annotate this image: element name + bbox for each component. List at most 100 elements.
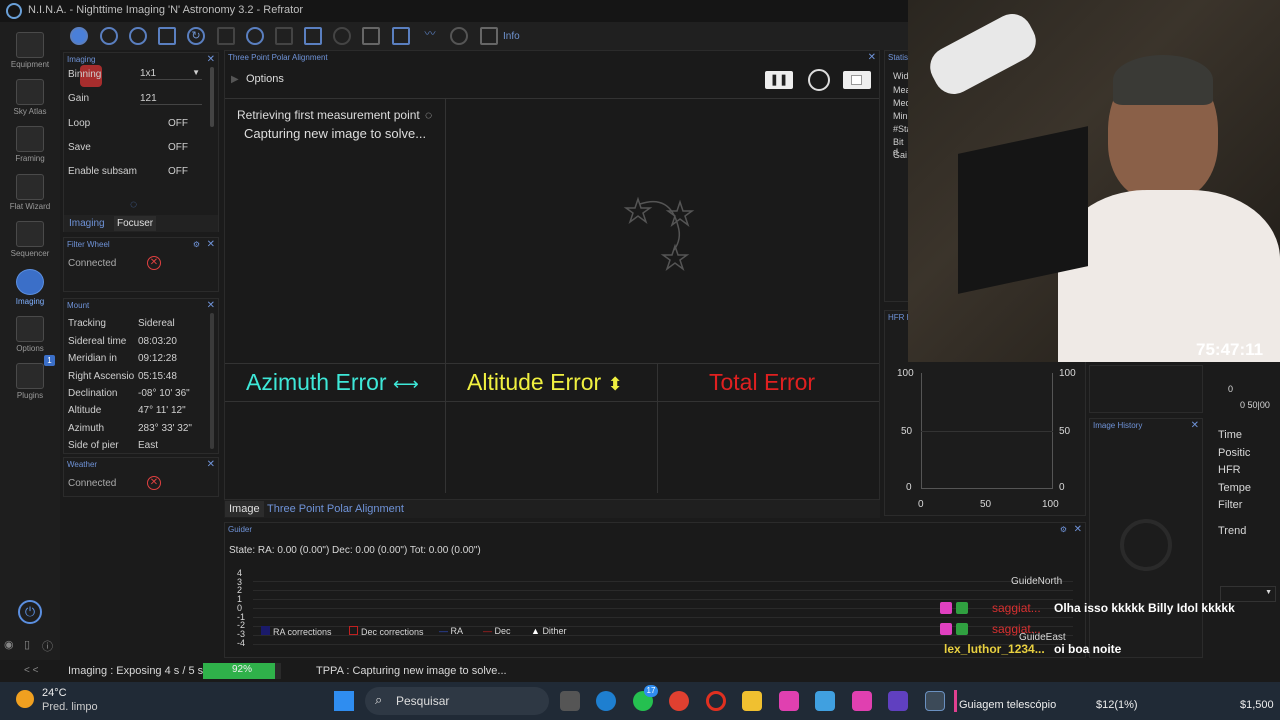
spinner-icon: ◌ — [425, 108, 433, 122]
sidebar-item-imaging[interactable]: Imaging — [0, 269, 60, 306]
altitude-error-label: Altitude Error ⬍ — [467, 369, 623, 395]
imaging-panel: Imaging ✕ Binning 1x1 ▼ Gain 121 Loop OFF … — [63, 52, 219, 232]
scrollbar[interactable] — [210, 67, 214, 127]
mount-panel: Mount ✕ Tracking Sidereal Sidereal time 08:… — [63, 298, 219, 454]
dropdown[interactable]: ▼ — [1220, 586, 1276, 602]
windows-start-icon[interactable] — [334, 691, 354, 711]
close-icon[interactable]: ✕ — [868, 51, 876, 64]
filter-wheel-icon[interactable] — [100, 27, 118, 45]
focuser-icon[interactable] — [129, 27, 147, 45]
guider-y-axis: 4 3 2 1 0 -1 -2 -3 -4 — [237, 568, 246, 648]
rotator-icon[interactable]: ↻ — [187, 27, 205, 45]
camera-icon[interactable] — [70, 27, 88, 45]
badge-icon — [940, 623, 952, 635]
frame-icon[interactable] — [158, 27, 176, 45]
guider-icon[interactable]: 〰 — [421, 27, 439, 45]
main-tabs: Image Three Point Polar Alignment — [224, 500, 880, 518]
sliders-icon[interactable] — [304, 27, 322, 45]
close-icon[interactable]: ✕ — [207, 299, 215, 312]
observatory-icon[interactable] — [362, 27, 380, 45]
atlas-icon — [16, 79, 44, 105]
save-toggle[interactable]: OFF — [168, 142, 188, 153]
bulb-icon[interactable] — [450, 27, 468, 45]
tab-tppa[interactable]: Three Point Polar Alignment — [267, 503, 404, 515]
info-tab[interactable]: Info — [503, 31, 520, 42]
search-input[interactable]: ⌕ Pesquisar — [365, 687, 549, 715]
guider-state: State: RA: 0.00 (0.00") Dec: 0.00 (0.00"… — [229, 545, 481, 556]
settings-icon[interactable]: ⚙ — [1060, 523, 1067, 536]
flat-wizard-icon — [16, 174, 44, 200]
shield-icon[interactable] — [480, 27, 498, 45]
tab-image[interactable]: Image — [225, 501, 264, 517]
right-column: 0 0 50|00 Time Positic HFR Tempe Filter … — [1206, 365, 1280, 660]
weather-desc: Pred. limpo — [42, 701, 98, 713]
settings-icon[interactable]: ⚙ — [193, 238, 200, 251]
chevron-down-icon: ▼ — [192, 68, 200, 77]
taskbar-app-label: Guiagem telescópio — [959, 699, 1057, 711]
app-icon[interactable] — [779, 691, 799, 711]
tab-imaging[interactable]: Imaging — [69, 218, 105, 229]
close-icon[interactable]: ✕ — [207, 53, 215, 66]
close-icon[interactable]: ✕ — [1074, 523, 1082, 536]
sidebar-item-framing[interactable]: Framing — [0, 126, 60, 163]
sidebar-item-options[interactable]: Options — [0, 316, 60, 353]
eye-icon[interactable]: ◉ — [4, 638, 14, 651]
sidebar-item-flat-wizard[interactable]: Flat Wizard — [0, 174, 60, 211]
scrollbar[interactable] — [210, 313, 214, 449]
pause-button[interactable]: ❚❚ — [765, 71, 793, 89]
app-icon[interactable] — [815, 691, 835, 711]
disconnected-icon[interactable]: ✕ — [147, 476, 161, 490]
telescope-icon — [16, 32, 44, 58]
loop-toggle[interactable]: OFF — [168, 118, 188, 129]
framing-icon — [16, 126, 44, 152]
binning-select[interactable]: 1x1 ▼ — [140, 68, 202, 80]
info-icon[interactable]: ⓘ — [42, 638, 53, 654]
refresh-icon[interactable] — [808, 69, 830, 91]
toolbar: ↻ 〰 Info — [60, 22, 908, 50]
edge-icon[interactable] — [596, 691, 616, 711]
list-icon[interactable] — [275, 27, 293, 45]
collapse-button[interactable]: < < — [24, 665, 38, 676]
chrome-icon[interactable] — [669, 691, 689, 711]
close-icon[interactable]: ✕ — [207, 238, 215, 251]
task-view-icon[interactable] — [560, 691, 580, 711]
gain-input[interactable]: 121 — [140, 93, 202, 105]
weather-temp: 24°C — [42, 687, 67, 699]
weather-icon[interactable] — [16, 690, 34, 708]
target-icon[interactable] — [246, 27, 264, 45]
telescope-icon[interactable] — [217, 27, 235, 45]
nina-icon[interactable] — [925, 691, 945, 711]
opera-icon[interactable] — [706, 691, 726, 711]
subsample-toggle[interactable]: OFF — [168, 166, 188, 177]
chat-message: Olha isso kkkkk Billy Idol kkkkk — [1054, 601, 1235, 615]
loading-icon: ◌ — [130, 197, 138, 211]
sidebar-item-equipment[interactable]: Equipment — [0, 32, 60, 69]
stock-value: $1,500 — [1240, 699, 1274, 711]
options-expander[interactable]: Options — [246, 73, 284, 85]
dome-icon[interactable] — [333, 27, 351, 45]
stop-button[interactable] — [843, 71, 871, 89]
guider-panel: Guider ✕ ⚙ State: RA: 0.00 (0.00") Dec: 0.… — [224, 522, 1086, 658]
app-icon[interactable] — [852, 691, 872, 711]
sidebar-item-plugins[interactable]: Plugins — [0, 363, 60, 400]
app-icon[interactable] — [888, 691, 908, 711]
arrows-vertical-icon: ⬍ — [607, 374, 623, 394]
close-icon[interactable]: ✕ — [1191, 419, 1199, 432]
tab-focuser[interactable]: Focuser — [114, 216, 157, 231]
expand-icon[interactable]: ▶ — [231, 74, 239, 85]
nina-logo-icon — [6, 3, 22, 19]
sidebar-item-sequencer[interactable]: Sequencer — [0, 221, 60, 258]
bar-chart-icon[interactable] — [392, 27, 410, 45]
status-bar: < < Imaging : Exposing 4 s / 5 s 92% TPP… — [0, 660, 1280, 682]
imaging-tabs: Imaging Focuser — [64, 215, 218, 232]
book-icon[interactable]: ▯ — [24, 638, 30, 651]
disconnected-icon[interactable]: ✕ — [147, 256, 161, 270]
sidebar: Equipment Sky Atlas Framing Flat Wizard … — [0, 22, 60, 662]
legend-dec: — Dec — [483, 626, 511, 636]
power-icon[interactable]: ⏻ — [18, 600, 42, 624]
folder-icon[interactable] — [742, 691, 762, 711]
puzzle-icon — [16, 363, 44, 389]
close-icon[interactable]: ✕ — [207, 458, 215, 471]
sidebar-item-sky-atlas[interactable]: Sky Atlas — [0, 79, 60, 116]
chat-user: saggiat... — [992, 601, 1041, 615]
